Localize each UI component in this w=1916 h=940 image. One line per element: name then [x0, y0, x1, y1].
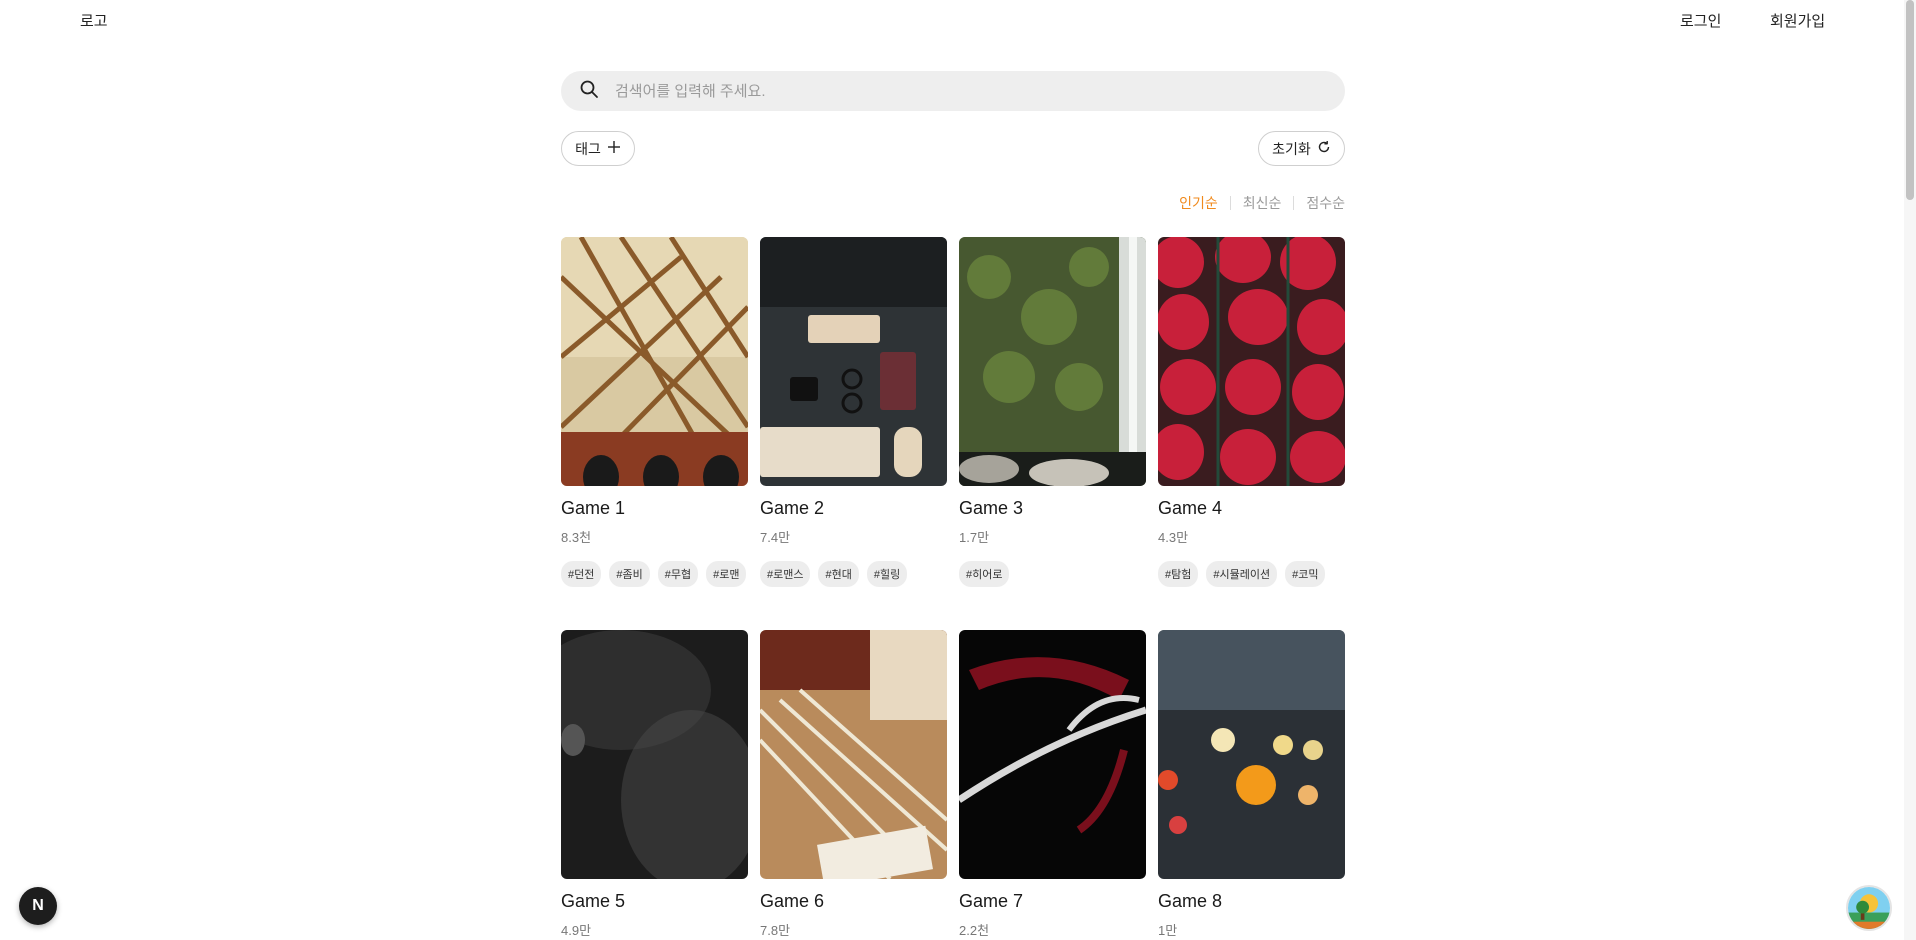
reset-button[interactable]: 초기화: [1258, 131, 1345, 166]
sort-options: 인기순 최신순 점수순: [1179, 193, 1345, 213]
game-thumbnail[interactable]: [959, 630, 1146, 879]
game-card[interactable]: Game 7 2.2천: [959, 630, 1146, 939]
game-card[interactable]: Game 8 1만: [1158, 630, 1345, 939]
game-title[interactable]: Game 1: [561, 498, 748, 519]
game-card[interactable]: Game 4 4.3만 #탐험 #시뮬레이션 #코믹: [1158, 237, 1345, 587]
game-tags: #탐험 #시뮬레이션 #코믹: [1158, 561, 1345, 587]
top-header: 로고 로그인 회원가입: [0, 0, 1904, 40]
game-thumbnail[interactable]: [561, 237, 748, 486]
game-tag[interactable]: #로맨: [706, 561, 747, 587]
scrollbar-thumb[interactable]: [1906, 0, 1914, 200]
sort-score[interactable]: 점수순: [1306, 193, 1345, 213]
game-tags: #히어로: [959, 561, 1146, 587]
game-tag[interactable]: #히어로: [959, 561, 1010, 587]
game-card[interactable]: Game 5 4.9만: [561, 630, 748, 939]
sort-latest[interactable]: 최신순: [1243, 193, 1282, 213]
game-tag[interactable]: #힐링: [866, 561, 908, 587]
game-title[interactable]: Game 7: [959, 891, 1146, 912]
search-bar[interactable]: [561, 71, 1345, 111]
game-tag[interactable]: #무협: [657, 561, 699, 587]
game-thumbnail[interactable]: [1158, 630, 1345, 879]
game-title[interactable]: Game 6: [760, 891, 947, 912]
game-title[interactable]: Game 8: [1158, 891, 1345, 912]
search-input[interactable]: [615, 82, 1295, 100]
game-tags: #로맨스 #현대 #힐링: [760, 561, 947, 587]
sort-divider: [1229, 196, 1231, 210]
game-tags: #던전 #좀비 #무협 #로맨: [561, 561, 748, 587]
game-title[interactable]: Game 4: [1158, 498, 1345, 519]
game-tag[interactable]: #현대: [818, 561, 859, 587]
game-play-count: 1만: [1158, 923, 1178, 938]
game-tag[interactable]: #던전: [561, 561, 602, 587]
game-card[interactable]: Game 1 8.3천 #던전 #좀비 #무협 #로맨: [561, 237, 748, 587]
game-title[interactable]: Game 5: [561, 891, 748, 912]
game-play-count: 4.3만: [1158, 530, 1189, 545]
refresh-icon: [1317, 140, 1331, 157]
game-play-count: 7.8만: [760, 923, 791, 938]
game-tag[interactable]: #탐험: [1158, 561, 1199, 587]
reset-label: 초기화: [1272, 140, 1311, 157]
game-play-count: 7.4만: [760, 530, 791, 545]
login-link[interactable]: 로그인: [1680, 10, 1721, 31]
game-card[interactable]: Game 3 1.7만 #히어로: [959, 237, 1146, 587]
dev-tools-badge[interactable]: N: [19, 887, 57, 925]
game-play-count: 8.3천: [561, 530, 592, 545]
game-play-count: 4.9만: [561, 923, 592, 938]
sort-popular[interactable]: 인기순: [1179, 193, 1218, 213]
page-scrollbar[interactable]: [1904, 0, 1916, 940]
game-thumbnail[interactable]: [760, 237, 947, 486]
tag-filter-button[interactable]: 태그: [561, 131, 635, 166]
plus-icon: [607, 140, 621, 157]
profile-avatar-button[interactable]: [1846, 885, 1892, 931]
search-icon: [579, 79, 599, 104]
game-thumbnail[interactable]: [760, 630, 947, 879]
signup-link[interactable]: 회원가입: [1770, 10, 1825, 31]
game-title[interactable]: Game 3: [959, 498, 1146, 519]
game-card[interactable]: Game 6 7.8만: [760, 630, 947, 939]
game-thumbnail[interactable]: [561, 630, 748, 879]
game-tag[interactable]: #로맨스: [760, 561, 811, 587]
game-card[interactable]: Game 2 7.4만 #로맨스 #현대 #힐링: [760, 237, 947, 587]
game-play-count: 1.7만: [959, 530, 990, 545]
game-tag[interactable]: #좀비: [609, 561, 650, 587]
tag-filter-label: 태그: [575, 140, 601, 157]
game-thumbnail[interactable]: [959, 237, 1146, 486]
game-tag[interactable]: #코믹: [1285, 561, 1326, 587]
game-tag[interactable]: #시뮬레이션: [1206, 561, 1278, 587]
sort-divider: [1293, 196, 1295, 210]
logo[interactable]: 로고: [80, 10, 108, 31]
game-thumbnail[interactable]: [1158, 237, 1345, 486]
game-title[interactable]: Game 2: [760, 498, 947, 519]
game-play-count: 2.2천: [959, 923, 990, 938]
